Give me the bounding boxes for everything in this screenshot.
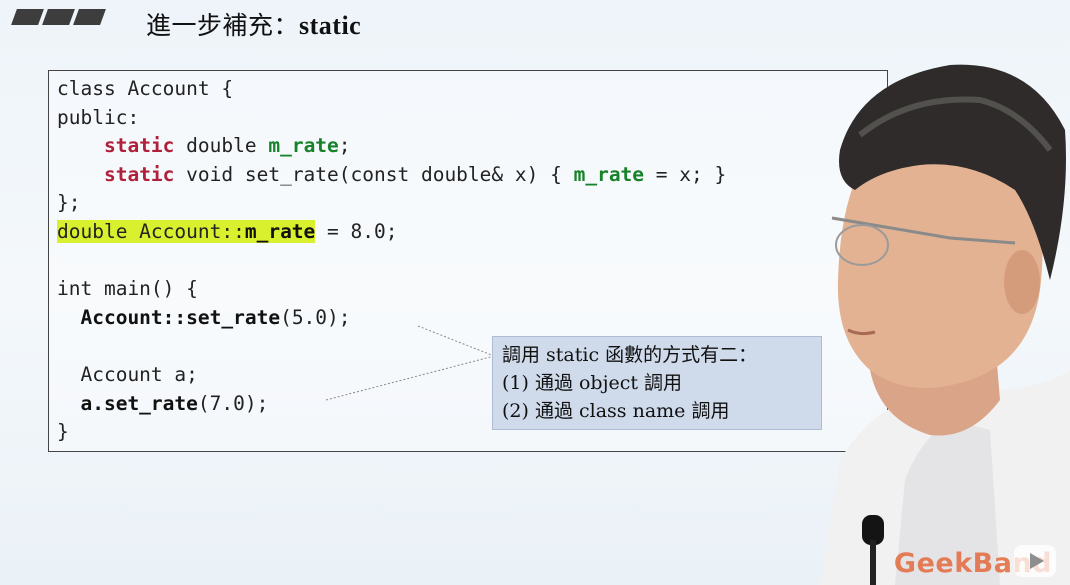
note-line-2: (1) 通過 object 調用 [502,372,683,394]
note-line-3: (2) 通過 class name 調用 [502,400,730,422]
note-line-1: 調用 static 函數的方式有二： [502,344,758,366]
presenter-ear [1004,250,1040,314]
leader-line-object [325,355,495,401]
microphone-cable [870,540,876,585]
presenter-video [820,64,1070,585]
leader-line-class [417,325,495,357]
callout-note: 調用 static 函數的方式有二： (1) 通過 object 調用 (2) … [492,336,822,430]
play-icon [1014,545,1056,577]
